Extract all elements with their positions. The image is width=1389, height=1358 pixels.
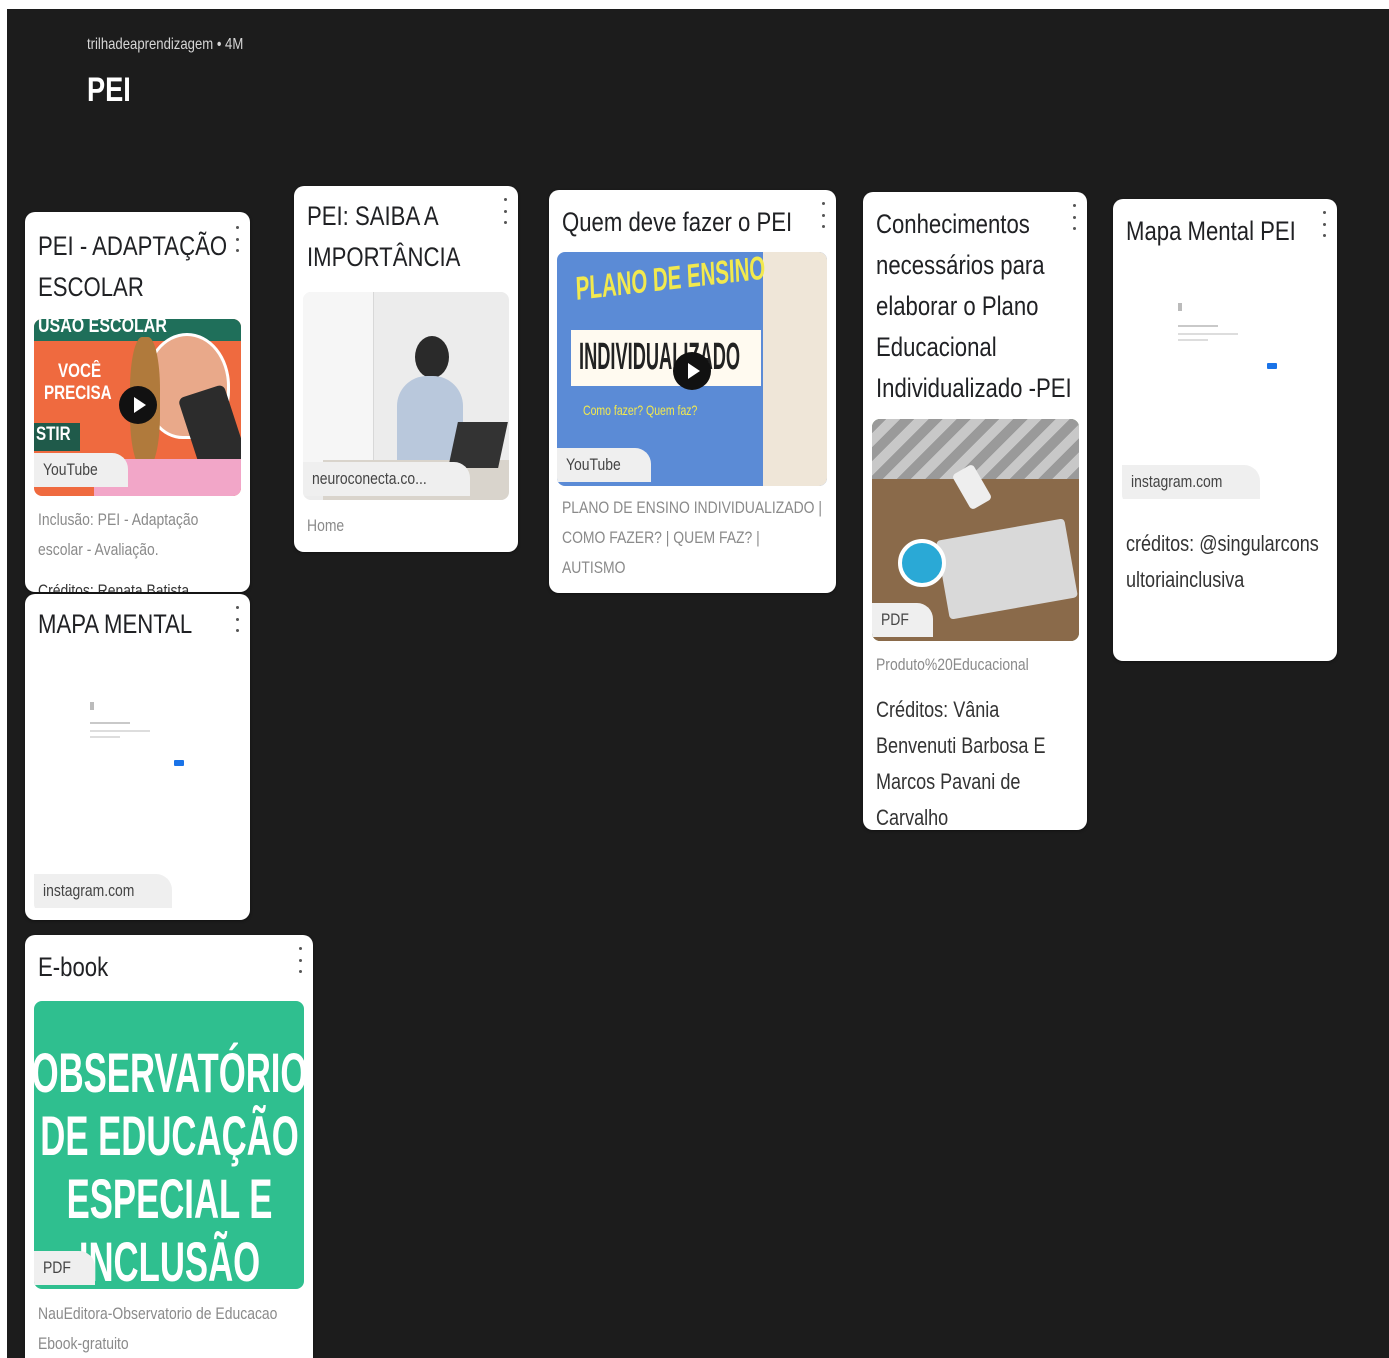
thumb-whiteboard [303, 292, 374, 462]
source-pill: YouTube [34, 453, 128, 487]
post-body: créditos: @singularconsultoriainclusiva [1126, 531, 1319, 592]
post-description: PLANO DE ENSINO INDIVIDUALIZADO | COMO F… [562, 498, 823, 577]
post-card-mapa-mental[interactable]: MAPA MENTAL instagram.com [25, 594, 250, 920]
thumb-text-stir: STIR [36, 424, 71, 445]
board-title: PEI [87, 71, 131, 109]
post-title: Mapa Mental PEI [1126, 216, 1296, 246]
thumb-headline-1: PLANO DE ENSINO [575, 252, 766, 307]
post-title: Conhecimentos necessários para elaborar … [876, 209, 1072, 403]
post-title: PEI: SAIBA A IMPORTÂNCIA [307, 201, 461, 272]
post-card-pei-adaptacao[interactable]: PEI - ADAPTAÇÃO ESCOLAR USÃO ESCOLAR VOC… [25, 212, 250, 592]
thumb-person-head [415, 336, 449, 378]
post-description: Home [307, 516, 345, 535]
thumb-mini-page [84, 702, 194, 792]
play-icon[interactable] [673, 352, 711, 390]
post-card-mapa-mental-pei[interactable]: Mapa Mental PEI instagram.com créditos: … [1113, 199, 1337, 661]
pdf-thumbnail[interactable]: OBSERVATÓRIO DE EDUCAÇÃO ESPECIAL E INCL… [34, 1001, 304, 1289]
thumb-cup [898, 539, 946, 587]
post-extra-text: Créditos: Renata Batista [38, 581, 190, 592]
more-vert-icon[interactable] [1319, 211, 1329, 237]
more-vert-icon[interactable] [500, 198, 510, 224]
source-pill: YouTube [557, 448, 651, 482]
post-description: NauEditora-Observatorio de Educacao Eboo… [38, 1304, 278, 1353]
video-thumbnail[interactable]: USÃO ESCOLAR VOCÊ PRECISA STIR YouTube [34, 319, 241, 496]
more-vert-icon[interactable] [818, 202, 828, 228]
padlet-board: trilhadeaprendizagem • 4M PEI PEI - ADAP… [7, 9, 1389, 1358]
link-thumbnail[interactable]: instagram.com [34, 652, 241, 912]
thumb-text-top: USÃO ESCOLAR [38, 319, 167, 337]
post-title: PEI - ADAPTAÇÃO ESCOLAR [38, 231, 228, 302]
post-description: Produto%20Educacional [876, 655, 1029, 674]
thumb-paper-right [763, 252, 827, 486]
source-pill: instagram.com [34, 874, 173, 908]
post-card-conhecimentos[interactable]: Conhecimentos necessários para elaborar … [863, 192, 1087, 830]
post-title: E-book [38, 952, 109, 982]
thumb-headline-2: INDIVIDUALIZADO [579, 336, 741, 378]
source-pill: instagram.com [1122, 465, 1261, 499]
video-thumbnail[interactable]: PLANO DE ENSINO INDIVIDUALIZADO Como faz… [557, 252, 827, 486]
thumb-text-precisa: PRECISA [44, 383, 112, 404]
post-card-quem-deve-fazer[interactable]: Quem deve fazer o PEI PLANO DE ENSINO IN… [549, 190, 836, 593]
thumb-text-voce: VOCÊ [58, 361, 102, 382]
source-pill: PDF [872, 603, 933, 637]
link-thumbnail[interactable]: neuroconecta.co... [303, 292, 509, 500]
pdf-thumbnail[interactable]: PDF [872, 419, 1079, 641]
board-author-meta: trilhadeaprendizagem • 4M [87, 36, 244, 53]
link-thumbnail[interactable]: instagram.com [1122, 263, 1329, 503]
post-card-ebook[interactable]: E-book OBSERVATÓRIO DE EDUCAÇÃO ESPECIAL… [25, 935, 313, 1358]
thumb-mini-page [1172, 303, 1282, 393]
source-pill: neuroconecta.co... [303, 462, 470, 496]
more-vert-icon[interactable] [1069, 204, 1079, 230]
play-icon[interactable] [119, 386, 157, 424]
post-body: Créditos: Vânia Benvenuti Barbosa E Marc… [876, 697, 1046, 830]
post-title: Quem deve fazer o PEI [562, 207, 793, 237]
post-title: MAPA MENTAL [38, 609, 193, 639]
post-card-saiba-importancia[interactable]: PEI: SAIBA A IMPORTÂNCIA neuroconecta.co… [294, 186, 518, 552]
more-vert-icon[interactable] [295, 947, 305, 973]
more-vert-icon[interactable] [232, 606, 242, 632]
thumb-laptop [448, 422, 508, 468]
source-pill: PDF [34, 1251, 95, 1285]
more-vert-icon[interactable] [232, 226, 242, 252]
thumb-subtext: Como fazer? Quem faz? [583, 402, 698, 418]
post-description: Inclusão: PEI - Adaptação escolar - Aval… [38, 510, 199, 559]
